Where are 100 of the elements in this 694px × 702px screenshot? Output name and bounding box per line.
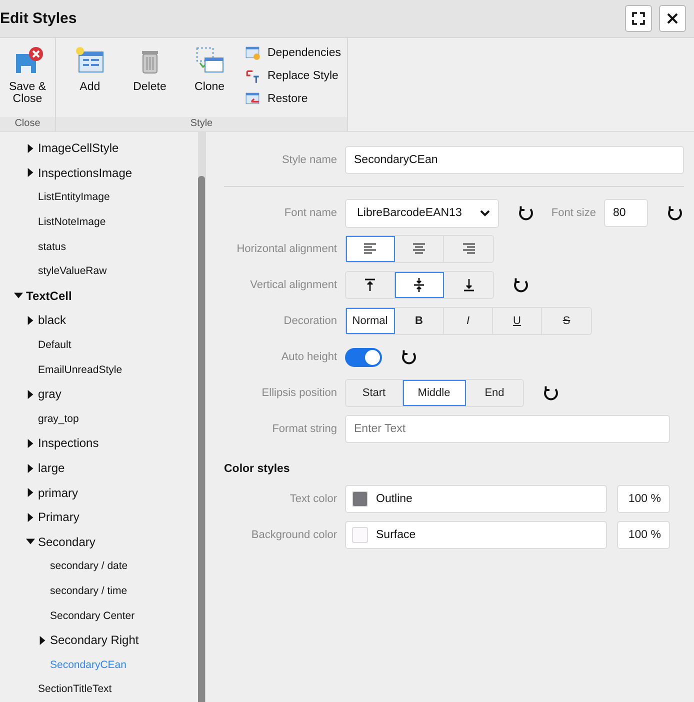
window-title: Edit Styles <box>0 10 78 27</box>
alignment-option[interactable] <box>346 236 395 262</box>
reset-icon <box>512 276 530 294</box>
tree-item[interactable]: ImageCellStyle <box>0 136 198 161</box>
close-button[interactable] <box>659 5 686 32</box>
decoration-option[interactable]: S <box>542 308 591 334</box>
window-list-icon <box>245 45 262 61</box>
tree-item[interactable]: Default <box>0 332 198 358</box>
align-right-icon <box>462 242 476 256</box>
field-label: Auto height <box>280 351 337 363</box>
field-label: Decoration <box>282 315 337 327</box>
ellipsis-option[interactable]: End <box>466 380 523 406</box>
decoration-option[interactable]: Normal <box>346 308 395 334</box>
caret-right-icon <box>38 636 47 645</box>
caret-right-icon <box>26 488 35 498</box>
caret-right-icon <box>26 464 35 473</box>
caret-down-icon <box>26 537 35 546</box>
toolbar-link[interactable]: Dependencies <box>245 44 342 62</box>
chevron-down-icon <box>480 210 490 216</box>
expand-icon <box>632 12 645 25</box>
field-label: Background color <box>250 529 337 541</box>
tree-item[interactable]: InspectionsImage <box>0 160 198 186</box>
reset-button[interactable] <box>542 384 560 402</box>
align-top-icon <box>363 278 377 292</box>
toolbar-link[interactable]: Replace Style <box>245 67 342 85</box>
field-label: Vertical alignment <box>249 279 337 291</box>
close-icon <box>667 13 678 24</box>
caret-right-icon <box>26 438 35 448</box>
tree-item[interactable]: Secondary <box>0 530 198 554</box>
group-label: Close <box>0 117 55 131</box>
scrollbar[interactable] <box>198 132 205 702</box>
reset-icon <box>666 204 684 222</box>
toolbar-button[interactable]: Clone <box>182 44 238 96</box>
decoration-option[interactable]: U <box>493 308 542 334</box>
tree-item[interactable]: Secondary Right <box>0 628 198 652</box>
auto-height-toggle[interactable] <box>345 348 382 366</box>
caret-right-icon <box>26 168 35 178</box>
toolbar-button[interactable]: Add <box>62 44 118 96</box>
field-label: Ellipsis position <box>260 387 337 399</box>
caret-right-icon <box>26 512 35 522</box>
style-name-field[interactable]: SecondaryCEan <box>345 146 684 174</box>
reset-icon <box>517 204 536 222</box>
decoration-option[interactable]: I <box>444 308 493 334</box>
tree-item[interactable]: EmailUnreadStyle <box>0 357 198 382</box>
tree-item[interactable]: large <box>0 456 198 480</box>
field-label: Font size <box>551 207 596 219</box>
tree-item[interactable]: gray_top <box>0 406 198 432</box>
restore-window-icon <box>245 91 262 107</box>
format-string-field[interactable]: Enter Text <box>345 415 670 443</box>
maximize-button[interactable] <box>625 5 652 32</box>
tree-item[interactable]: secondary / date <box>0 554 198 579</box>
replace-icon <box>245 68 262 84</box>
tree-item[interactable]: Inspections <box>0 431 198 456</box>
reset-button[interactable] <box>666 204 684 222</box>
decoration-option[interactable]: B <box>395 308 444 334</box>
reset-icon <box>400 348 418 366</box>
align-left-icon <box>363 242 377 256</box>
tree-item[interactable]: primary <box>0 480 198 505</box>
align-center-icon <box>412 242 426 256</box>
tree-item[interactable]: Primary <box>0 504 198 530</box>
tree-item[interactable]: ListEntityImage <box>0 185 198 210</box>
font-name-dropdown[interactable]: LibreBarcodeEAN13 <box>345 198 500 228</box>
tree-item[interactable]: TextCell <box>0 284 198 308</box>
caret-right-icon <box>26 144 35 153</box>
field-label: Horizontal alignment <box>236 243 337 255</box>
tree-item[interactable]: black <box>0 308 198 333</box>
align-bottom-icon <box>462 278 476 292</box>
toolbar-link[interactable]: Restore <box>245 90 342 108</box>
reset-button[interactable] <box>517 204 536 222</box>
caret-right-icon <box>26 390 35 399</box>
tree-item[interactable]: SectionTitleText <box>0 677 198 702</box>
tree-item[interactable]: ListNoteImage <box>0 210 198 234</box>
field-label: Text color <box>288 493 337 505</box>
opacity-field[interactable]: 100 % <box>617 521 670 549</box>
tree-item[interactable]: gray <box>0 382 198 407</box>
color-name: Outline <box>376 493 412 505</box>
toolbar-button[interactable]: Save & Close <box>6 44 49 108</box>
field-label: Font name <box>283 207 337 219</box>
section-title: Color styles <box>224 463 291 475</box>
reset-icon <box>542 384 560 402</box>
alignment-option[interactable] <box>395 272 444 298</box>
toolbar-button[interactable]: Delete <box>122 44 178 96</box>
caret-down-icon <box>14 291 23 300</box>
ellipsis-option[interactable]: Middle <box>403 380 466 406</box>
group-label: Style <box>56 117 347 131</box>
opacity-field[interactable]: 100 % <box>617 485 670 513</box>
color-field[interactable]: Outline <box>345 485 607 513</box>
color-field[interactable]: Surface <box>345 521 607 549</box>
font-size-field[interactable]: 80 <box>604 199 648 227</box>
caret-right-icon <box>26 316 35 325</box>
tree-item[interactable]: styleValueRaw <box>0 258 198 284</box>
reset-button[interactable] <box>400 348 418 366</box>
reset-button[interactable] <box>512 276 530 294</box>
field-label: Style name <box>280 154 337 166</box>
tree-item[interactable]: secondary / time <box>0 578 198 604</box>
tree-item[interactable]: status <box>0 234 198 259</box>
align-middle-icon <box>412 278 426 292</box>
tree-item[interactable]: Secondary Center <box>0 603 198 628</box>
field-label: Format string <box>271 423 337 435</box>
color-name: Surface <box>376 529 416 541</box>
